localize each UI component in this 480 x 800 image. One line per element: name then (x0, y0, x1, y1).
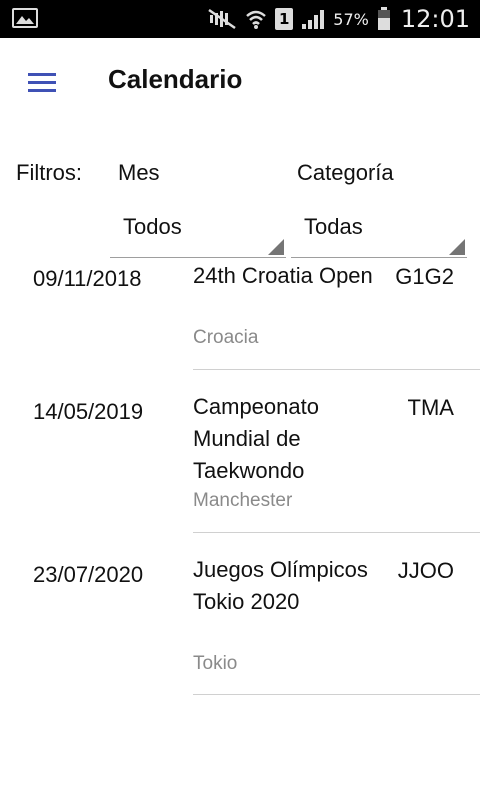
category-filter-label: Categoría (297, 160, 394, 185)
event-date: 14/05/2019 (33, 399, 144, 424)
month-select-value: Todos (123, 214, 182, 239)
event-list: 09/11/2018 24th Croatia Open Croacia G1G… (0, 258, 480, 695)
hamburger-menu-icon (28, 73, 56, 92)
event-place: Manchester (193, 490, 293, 511)
event-category: TMA (407, 395, 454, 420)
event-place: Tokio (193, 653, 238, 674)
mute-icon (207, 8, 237, 30)
page-title: Calendario (108, 64, 243, 94)
event-name: 24th Croatia Open (193, 263, 373, 288)
category-select-value: Todas (304, 214, 363, 239)
list-item[interactable]: 23/07/2020 Juegos Olímpicos Tokio 2020 T… (0, 533, 480, 695)
clock: 12:01 (400, 5, 470, 33)
filters-section: Filtros: Mes Categoría Todos Todas (0, 126, 480, 261)
status-bar: 1 57% 12:01 (0, 0, 480, 38)
event-category: G1G2 (395, 264, 454, 289)
event-date: 23/07/2020 (33, 562, 144, 587)
event-name: Juegos Olímpicos Tokio 2020 (193, 557, 368, 614)
battery-icon (377, 7, 391, 31)
wifi-icon (245, 8, 267, 30)
list-item[interactable]: 09/11/2018 24th Croatia Open Croacia G1G… (0, 258, 480, 370)
sim-icon: 1 (275, 8, 294, 30)
dropdown-arrow-icon (268, 239, 284, 255)
battery-percent: 57% (333, 9, 369, 29)
app-bar: Calendario (0, 38, 480, 126)
event-date: 09/11/2018 (33, 266, 142, 291)
event-name: Campeonato Mundial de Taekwondo (193, 394, 319, 483)
image-notification-icon (12, 8, 38, 28)
month-filter-label: Mes (118, 160, 160, 185)
category-select[interactable]: Todas (291, 202, 467, 258)
event-category: JJOO (397, 558, 454, 583)
event-place: Croacia (193, 327, 259, 348)
list-item[interactable]: 14/05/2019 Campeonato Mundial de Taekwon… (0, 370, 480, 533)
dropdown-arrow-icon (449, 239, 465, 255)
month-select[interactable]: Todos (110, 202, 286, 258)
menu-button[interactable] (18, 58, 66, 106)
filters-label: Filtros: (16, 160, 82, 185)
divider (193, 694, 480, 695)
signal-icon (301, 8, 325, 30)
